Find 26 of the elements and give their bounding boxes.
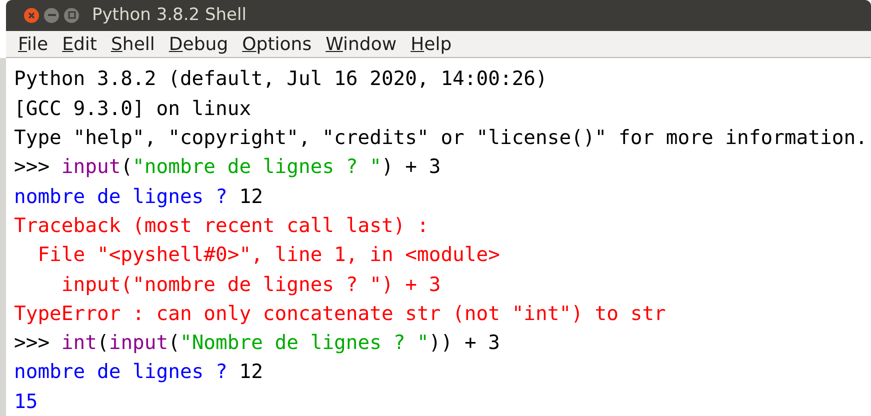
menu-item[interactable]: Options xyxy=(242,34,312,55)
shell-line: nombre de lignes ? 12 xyxy=(14,184,264,210)
shell-line: TypeError : can only concatenate str (not "int") to str xyxy=(14,300,667,327)
minimize-icon xyxy=(48,14,56,16)
menu-item[interactable]: Window xyxy=(326,34,397,55)
shell-line: File "<pyshell#0>", line 1, in <module> xyxy=(36,242,501,268)
shell-line: Traceback (most recent call last) : xyxy=(14,212,430,239)
shell-line: >>> input("nombre de lignes ? ") + 3 xyxy=(14,154,442,180)
close-icon xyxy=(28,12,35,19)
window-title: Python 3.8.2 Shell xyxy=(92,5,246,26)
shell-line: input("nombre de lignes ? ") + 3 xyxy=(60,272,442,298)
shell-line: nombre de lignes ? 12 xyxy=(14,359,264,386)
maximize-icon xyxy=(68,11,76,20)
menu-item[interactable]: Edit xyxy=(62,34,97,55)
menu-item[interactable]: File xyxy=(18,34,48,55)
menu-item[interactable]: Shell xyxy=(110,34,155,55)
maximize-button[interactable] xyxy=(64,8,79,23)
shell-line: Type "help", "copyright", "credits" or "license()" for more information. xyxy=(14,125,868,152)
shell-line: Python 3.8.2 (default, Jul 16 2020, 14:00:26) xyxy=(14,66,548,92)
shell-line: >>> int(input("Nombre de lignes ? ")) + 3 xyxy=(14,330,502,356)
minimize-button[interactable] xyxy=(44,8,59,23)
close-button[interactable] xyxy=(24,8,39,23)
menu-item[interactable]: Debug xyxy=(168,34,228,55)
shell-line: 15 xyxy=(14,388,39,415)
shell-line: [GCC 9.3.0] on linux xyxy=(14,96,252,122)
menu-item[interactable]: Help xyxy=(410,34,452,55)
